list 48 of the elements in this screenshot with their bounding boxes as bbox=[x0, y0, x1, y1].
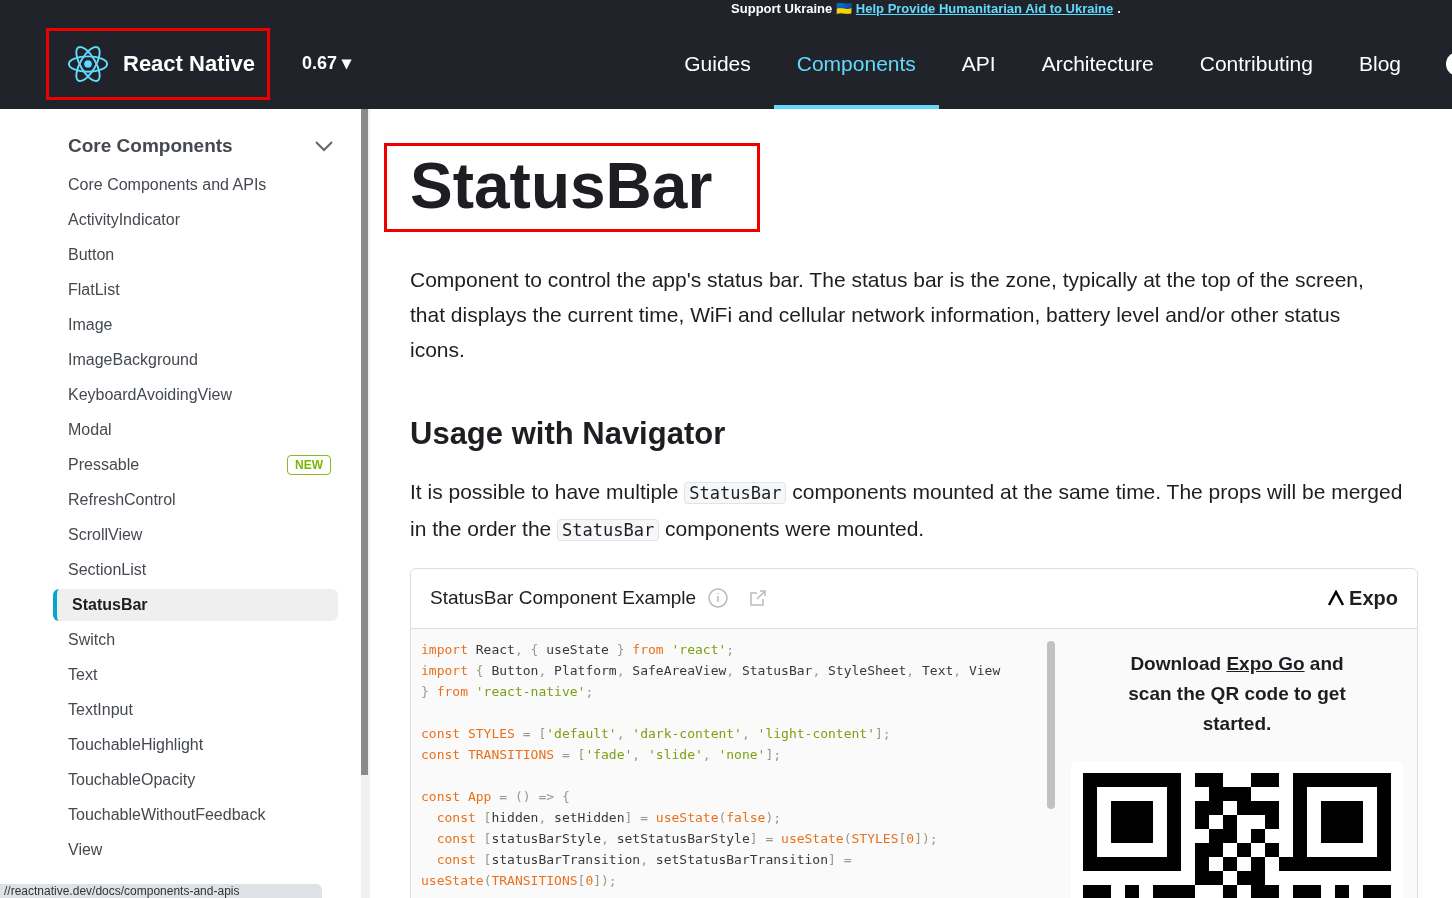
nav-link[interactable]: Blog bbox=[1335, 18, 1424, 109]
sidebar-item[interactable]: TouchableHighlight bbox=[53, 729, 338, 761]
sidebar-item[interactable]: Text bbox=[53, 659, 338, 691]
expo-label: Expo bbox=[1327, 583, 1398, 613]
code-text: import React, { useState } from 'react'; import { Button, Platform, SafeAreaView, StatusBar, StyleSheet, Text, View } from 'react-native'; const STYLES = ['default', 'dark-content', 'light-content']; const TRANSITIONS = ['fade', 'slide', 'none']; const App = () => { const [hidden, setHidden] = useState(false); const [statusBarStyle, setStatusBarStyle] = useState(STYLES[0]); const [statusBarTransition, setStatusBarTransition] = useState(TRANSITIONS[0]); bbox=[421, 640, 1002, 890]
page-title: StatusBar bbox=[384, 143, 760, 232]
sidebar-item[interactable]: View bbox=[53, 834, 338, 866]
brand-link[interactable]: React Native bbox=[46, 27, 270, 100]
sidebar-category[interactable]: Core Components bbox=[53, 129, 338, 163]
sidebar-item[interactable]: TouchableOpacity bbox=[53, 764, 338, 796]
nav-link[interactable]: Components bbox=[773, 18, 939, 109]
sidebar-item[interactable]: StatusBar bbox=[53, 589, 338, 621]
sidebar-item[interactable]: Core Components and APIs bbox=[53, 169, 338, 201]
banner-period: . bbox=[1117, 0, 1121, 19]
banner-link[interactable]: Help Provide Humanitarian Aid to Ukraine bbox=[855, 0, 1114, 19]
sidebar-item[interactable]: ActivityIndicator bbox=[53, 204, 338, 236]
sidebar-item[interactable]: FlatList bbox=[53, 274, 338, 306]
section-heading: Usage with Navigator bbox=[410, 415, 727, 453]
usage-paragraph: It is possible to have multiple StatusBar components mounted at the same time. The props will be merged in the order the StatusBar components were mounted. bbox=[410, 478, 1404, 543]
nav-link[interactable]: Contributing bbox=[1176, 18, 1336, 109]
external-link-icon[interactable] bbox=[748, 588, 769, 608]
qr-instructions: Download Expo Go and scan the QR code to get started. bbox=[1127, 651, 1347, 736]
code-scrollbar-thumb[interactable] bbox=[1047, 640, 1055, 809]
nav-link[interactable]: Guides bbox=[661, 18, 774, 109]
sidebar-item[interactable]: TextInput bbox=[53, 694, 338, 726]
sidebar-item[interactable]: Pressable NEW bbox=[53, 449, 338, 481]
sidebar-item[interactable]: RefreshControl bbox=[53, 484, 338, 516]
example-title: StatusBar Component Example bbox=[430, 585, 697, 610]
sidebar-item[interactable]: SectionList bbox=[53, 554, 338, 586]
sidebar-item[interactable]: Switch bbox=[53, 624, 338, 656]
banner-text: Support Ukraine 🇺🇦 bbox=[731, 0, 852, 19]
sidebar-item[interactable]: Button bbox=[53, 239, 338, 271]
version-dropdown[interactable]: 0.67 ▾ bbox=[302, 50, 352, 77]
intro-paragraph: Component to control the app's status bar. The status bar is the zone, typically at the top of the screen, that displays the current time, WiFi and cellular network information, battery level and/or other status icons. bbox=[410, 267, 1365, 363]
sidebar-item[interactable]: ScrollView bbox=[53, 519, 338, 551]
sidebar-item[interactable]: Modal bbox=[53, 414, 338, 446]
sidebar-item[interactable]: TouchableWithoutFeedback bbox=[53, 799, 338, 831]
info-icon[interactable] bbox=[708, 588, 729, 608]
link-preview: //reactnative.dev/docs/components-and-apis bbox=[0, 884, 322, 898]
nav-link[interactable]: Architecture bbox=[1018, 18, 1177, 109]
sidebar-item[interactable]: KeyboardAvoidingView bbox=[53, 379, 338, 411]
sidebar-item[interactable]: Image bbox=[53, 309, 338, 341]
sidebar-item[interactable]: ImageBackground bbox=[53, 344, 338, 376]
expo-go-link[interactable]: Expo Go bbox=[1226, 652, 1305, 674]
new-badge: NEW bbox=[287, 455, 331, 475]
caret-up-icon bbox=[1327, 590, 1346, 606]
nav-link[interactable]: API bbox=[938, 18, 1019, 109]
scrollbar-thumb[interactable] bbox=[361, 109, 368, 775]
